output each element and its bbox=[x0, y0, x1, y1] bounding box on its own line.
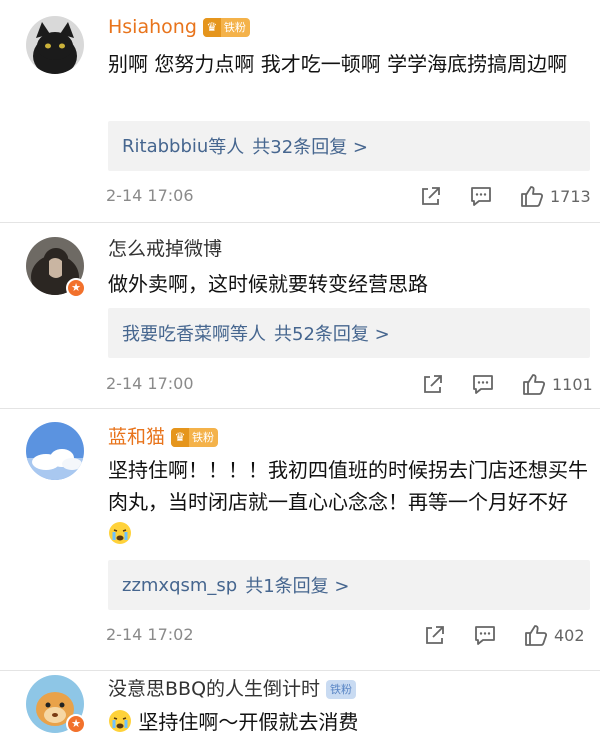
like-icon bbox=[523, 374, 546, 395]
reply-summary[interactable]: Ritabbbiu 等人 共32条回复 > bbox=[108, 121, 590, 171]
like-count: 1101 bbox=[552, 374, 593, 394]
avatar[interactable] bbox=[26, 422, 84, 480]
timestamp: 2-14 17:00 bbox=[106, 374, 194, 393]
share-button[interactable] bbox=[422, 372, 444, 396]
comment-item: ★ 怎么戒掉微博 做外卖啊，这时候就要转变经营思路 我要吃香菜啊 等人 共52条… bbox=[0, 222, 600, 408]
timestamp: 2-14 17:02 bbox=[106, 625, 194, 644]
like-button[interactable]: 1713 bbox=[520, 184, 591, 208]
comment-item: 蓝和猫 ♛ 铁粉 坚持住啊！！！！我初四值班的时候拐去门店还想买牛肉丸，当时闭店… bbox=[0, 408, 600, 670]
comment-icon bbox=[471, 187, 491, 206]
reply-summary[interactable]: 我要吃香菜啊 等人 共52条回复 > bbox=[108, 308, 590, 358]
comment-icon bbox=[473, 375, 493, 394]
comment-icon bbox=[475, 626, 495, 645]
reply-count[interactable]: 共52条回复 > bbox=[274, 320, 390, 346]
crying-emoji-icon bbox=[109, 522, 131, 544]
crying-emoji-icon bbox=[109, 710, 131, 732]
vip-icon: ★ bbox=[66, 714, 86, 734]
comment-button[interactable] bbox=[470, 184, 492, 208]
share-icon bbox=[424, 375, 442, 393]
fan-badge: ♛ 铁粉 bbox=[171, 427, 219, 447]
comment-button[interactable] bbox=[472, 372, 494, 396]
reply-summary[interactable]: zzmxqsm_sp 共1条回复 > bbox=[108, 560, 590, 610]
like-icon bbox=[525, 625, 548, 646]
username[interactable]: Hsiahong bbox=[108, 14, 197, 40]
reply-count[interactable]: 共32条回复 > bbox=[252, 133, 368, 159]
timestamp: 2-14 17:06 bbox=[106, 186, 194, 205]
crown-icon: ♛ bbox=[202, 17, 221, 37]
avatar[interactable] bbox=[26, 16, 84, 74]
comment-button[interactable] bbox=[474, 623, 496, 647]
share-icon bbox=[422, 187, 440, 205]
reply-user[interactable]: 我要吃香菜啊 bbox=[122, 320, 230, 346]
fan-badge: ♛ 铁粉 bbox=[202, 17, 250, 37]
like-count: 1713 bbox=[550, 186, 591, 206]
like-icon bbox=[521, 186, 544, 207]
comment-text: 坚持住啊！！！！我初四值班的时候拐去门店还想买牛肉丸，当时闭店就一直心心念念！再… bbox=[108, 454, 594, 550]
comment-text: 坚持住啊～开假就去消费 bbox=[108, 706, 586, 738]
vip-icon: ★ bbox=[66, 278, 86, 298]
like-count: 402 bbox=[554, 625, 585, 645]
like-button[interactable]: 402 bbox=[524, 623, 585, 647]
share-button[interactable] bbox=[424, 623, 446, 647]
like-button[interactable]: 1101 bbox=[522, 372, 593, 396]
fan-badge: 铁粉 bbox=[326, 679, 357, 699]
reply-user[interactable]: zzmxqsm_sp bbox=[122, 575, 237, 596]
reply-count[interactable]: 共1条回复 > bbox=[245, 572, 349, 598]
comment-text: 做外卖啊，这时候就要转变经营思路 bbox=[108, 272, 428, 296]
share-button[interactable] bbox=[420, 184, 442, 208]
comment-item: ★ 没意思BBQ的人生倒计时 铁粉 坚持住啊～开假就去消费 bbox=[0, 670, 600, 744]
username[interactable]: 怎么戒掉微博 bbox=[108, 236, 222, 262]
username[interactable]: 蓝和猫 bbox=[108, 424, 165, 450]
username[interactable]: 没意思BBQ的人生倒计时 bbox=[108, 676, 320, 702]
comment-text: 别啊 您努力点啊 我才吃一顿啊 学学海底捞搞周边啊 bbox=[108, 52, 568, 76]
comment-item: Hsiahong ♛ 铁粉 别啊 您努力点啊 我才吃一顿啊 学学海底捞搞周边啊 … bbox=[0, 0, 600, 222]
share-icon bbox=[426, 626, 444, 644]
reply-user[interactable]: Ritabbbiu bbox=[122, 136, 208, 157]
crown-icon: ♛ bbox=[171, 427, 190, 447]
